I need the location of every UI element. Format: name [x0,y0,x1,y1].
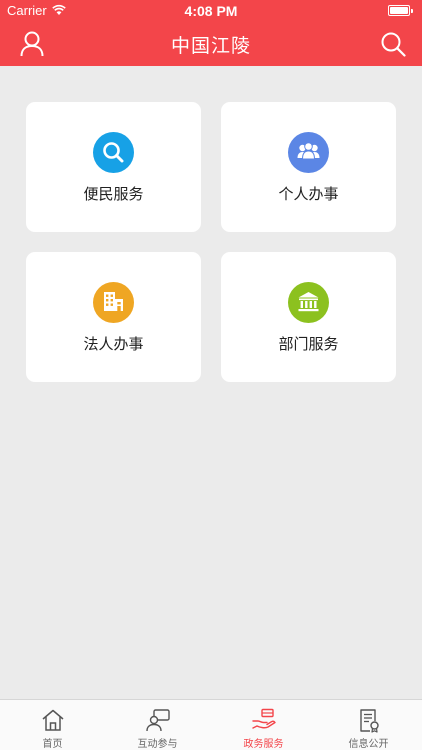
tab-bar: 首页 互动参与 政务服务 信息公开 [0,699,422,750]
service-card-label: 部门服务 [278,335,339,353]
tab-label: 互动参与 [137,739,178,750]
tab-label: 政务服务 [243,739,284,750]
service-card-convenience[interactable]: 便民服务 [26,102,201,232]
hand-service-icon [252,708,276,729]
bank-icon [288,282,329,323]
status-bar: Carrier 4:08 PM [0,0,422,22]
home-icon [42,709,64,731]
tab-home[interactable]: 首页 [0,700,105,750]
service-card-personal[interactable]: 个人办事 [221,102,396,232]
service-card-label: 法人办事 [83,335,144,353]
service-card-label: 便民服务 [83,185,144,203]
tab-government-service[interactable]: 政务服务 [211,700,316,750]
tab-label: 信息公开 [348,739,389,750]
service-card-department[interactable]: 部门服务 [221,252,396,382]
search-icon[interactable] [380,31,406,57]
tab-interaction[interactable]: 互动参与 [105,700,210,750]
top-bar: Carrier 4:08 PM 中国江陵 [0,0,422,66]
battery-icon [388,5,413,16]
search-icon [93,132,134,173]
status-time: 4:08 PM [184,3,238,19]
chat-icon [146,709,170,732]
tab-information-disclosure[interactable]: 信息公开 [316,700,421,750]
document-icon [360,709,379,733]
tab-label: 首页 [42,739,63,750]
page-title: 中国江陵 [170,35,251,57]
building-icon [93,282,134,323]
people-icon [288,132,329,173]
service-card-legal-entity[interactable]: 法人办事 [26,252,201,382]
navigation-bar: 中国江陵 [0,22,422,66]
service-card-label: 个人办事 [278,185,339,203]
